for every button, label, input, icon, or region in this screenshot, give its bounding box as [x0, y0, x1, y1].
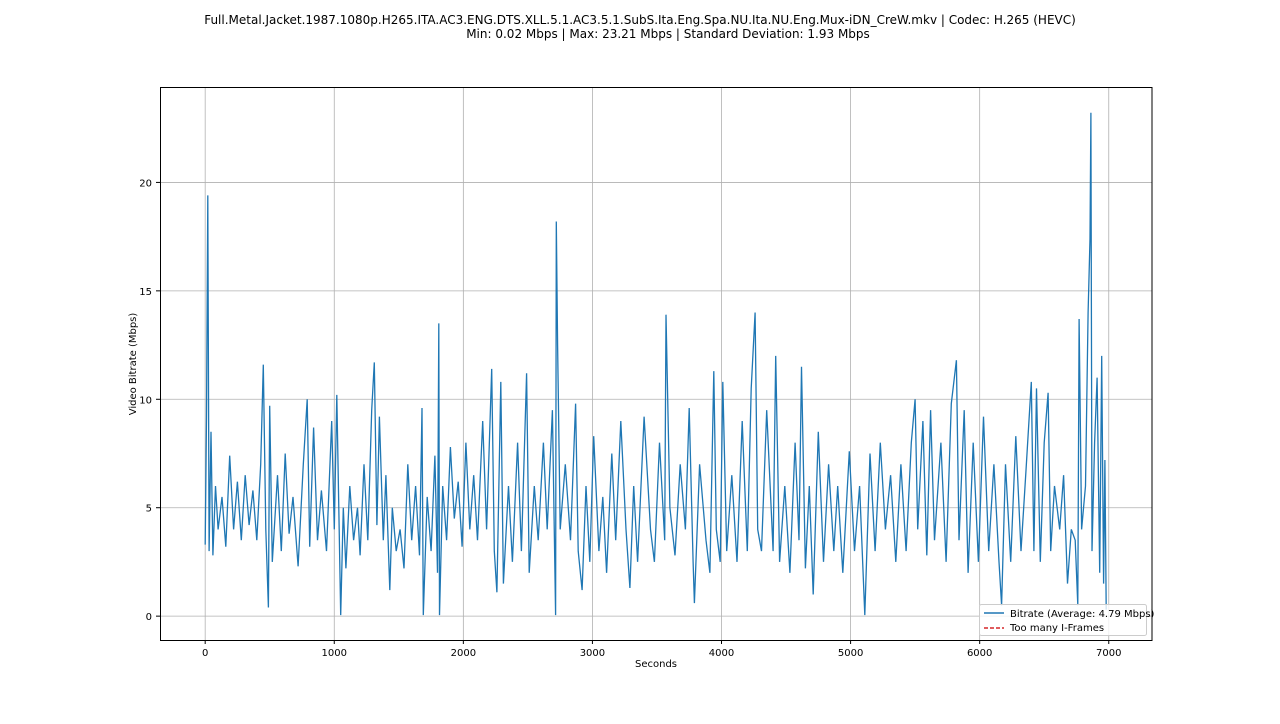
x-tick-label: 6000 — [967, 648, 992, 659]
bitrate-chart: Full.Metal.Jacket.1987.1080p.H265.ITA.AC… — [128, 13, 1155, 670]
x-tick-label: 1000 — [322, 648, 347, 659]
y-tick-label: 5 — [146, 504, 152, 515]
x-tick-label: 4000 — [709, 648, 734, 659]
legend: Bitrate (Average: 4.79 Mbps) Too many I-… — [979, 604, 1155, 636]
legend-bitrate-label: Bitrate (Average: 4.79 Mbps) — [1010, 609, 1155, 620]
x-tick-label: 5000 — [838, 648, 863, 659]
chart-title: Full.Metal.Jacket.1987.1080p.H265.ITA.AC… — [204, 13, 1076, 27]
x-tick-label: 0 — [202, 648, 208, 659]
chart-subtitle: Min: 0.02 Mbps | Max: 23.21 Mbps | Stand… — [466, 27, 870, 41]
y-tick-label: 15 — [139, 287, 152, 298]
x-tick-label: 2000 — [451, 648, 476, 659]
x-tick-label: 7000 — [1096, 648, 1121, 659]
y-tick-label: 0 — [146, 612, 152, 623]
y-tick-label: 10 — [139, 395, 152, 406]
y-axis-label: Video Bitrate (Mbps) — [128, 313, 139, 416]
x-tick-label: 3000 — [580, 648, 605, 659]
legend-iframes-label: Too many I-Frames — [1009, 623, 1104, 634]
x-axis-label: Seconds — [635, 659, 677, 670]
y-tick-label: 20 — [139, 178, 152, 189]
bitrate-series-line — [204, 112, 1107, 616]
